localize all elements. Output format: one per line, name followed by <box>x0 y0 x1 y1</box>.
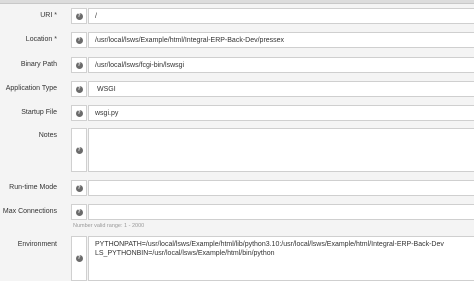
max-connections-hint: Number valid range: 1 - 2000 <box>73 223 145 229</box>
notes-help-icon[interactable]: ? <box>71 128 87 172</box>
top-divider <box>0 0 474 4</box>
location-help-icon[interactable]: ? <box>71 32 87 48</box>
environment-help-icon[interactable]: ? <box>71 236 87 281</box>
uri-help-icon[interactable]: ? <box>71 8 87 24</box>
runtime-mode-label: Run-time Mode <box>9 184 57 191</box>
question-circle-icon: ? <box>75 12 83 20</box>
environment-line: LS_PYTHONBIN=/usr/local/lsws/Example/htm… <box>95 250 275 257</box>
question-circle-icon: ? <box>75 109 83 117</box>
uri-input[interactable]: / <box>88 8 474 24</box>
question-circle-icon: ? <box>75 146 83 154</box>
uri-label: URI * <box>40 12 57 19</box>
application-type-select[interactable]: WSGI <box>88 81 474 97</box>
question-circle-icon: ? <box>75 61 83 69</box>
question-circle-icon: ? <box>75 184 83 192</box>
binary-path-help-icon[interactable]: ? <box>71 57 87 73</box>
max-connections-label: Max Connections <box>2 208 57 215</box>
notes-label: Notes <box>38 132 57 139</box>
application-type-help-icon[interactable]: ? <box>71 81 87 97</box>
question-circle-icon: ? <box>75 36 83 44</box>
binary-path-label: Binary Path <box>20 61 57 68</box>
max-connections-help-icon[interactable]: ? <box>71 204 87 220</box>
question-circle-icon: ? <box>75 85 83 93</box>
notes-textarea[interactable] <box>88 128 474 172</box>
startup-file-input[interactable]: wsgi.py <box>88 105 474 121</box>
binary-path-input[interactable]: /usr/local/lsws/fcgi-bin/lswsgi <box>88 57 474 73</box>
environment-textarea[interactable]: PYTHONPATH=/usr/local/lsws/Example/html/… <box>88 236 474 281</box>
environment-label: Environment <box>17 241 57 248</box>
startup-file-label: Startup File <box>21 109 57 116</box>
environment-line: PYTHONPATH=/usr/local/lsws/Example/html/… <box>95 241 444 248</box>
runtime-mode-help-icon[interactable]: ? <box>71 180 87 196</box>
runtime-mode-select[interactable] <box>88 180 474 196</box>
question-circle-icon: ? <box>75 208 83 216</box>
location-label: Location * <box>25 36 57 43</box>
location-input[interactable]: /usr/local/lsws/Example/html/Integral-ER… <box>88 32 474 48</box>
max-connections-input[interactable] <box>88 204 474 220</box>
application-type-label: Application Type <box>5 85 57 92</box>
startup-file-help-icon[interactable]: ? <box>71 105 87 121</box>
question-circle-icon: ? <box>75 255 83 262</box>
